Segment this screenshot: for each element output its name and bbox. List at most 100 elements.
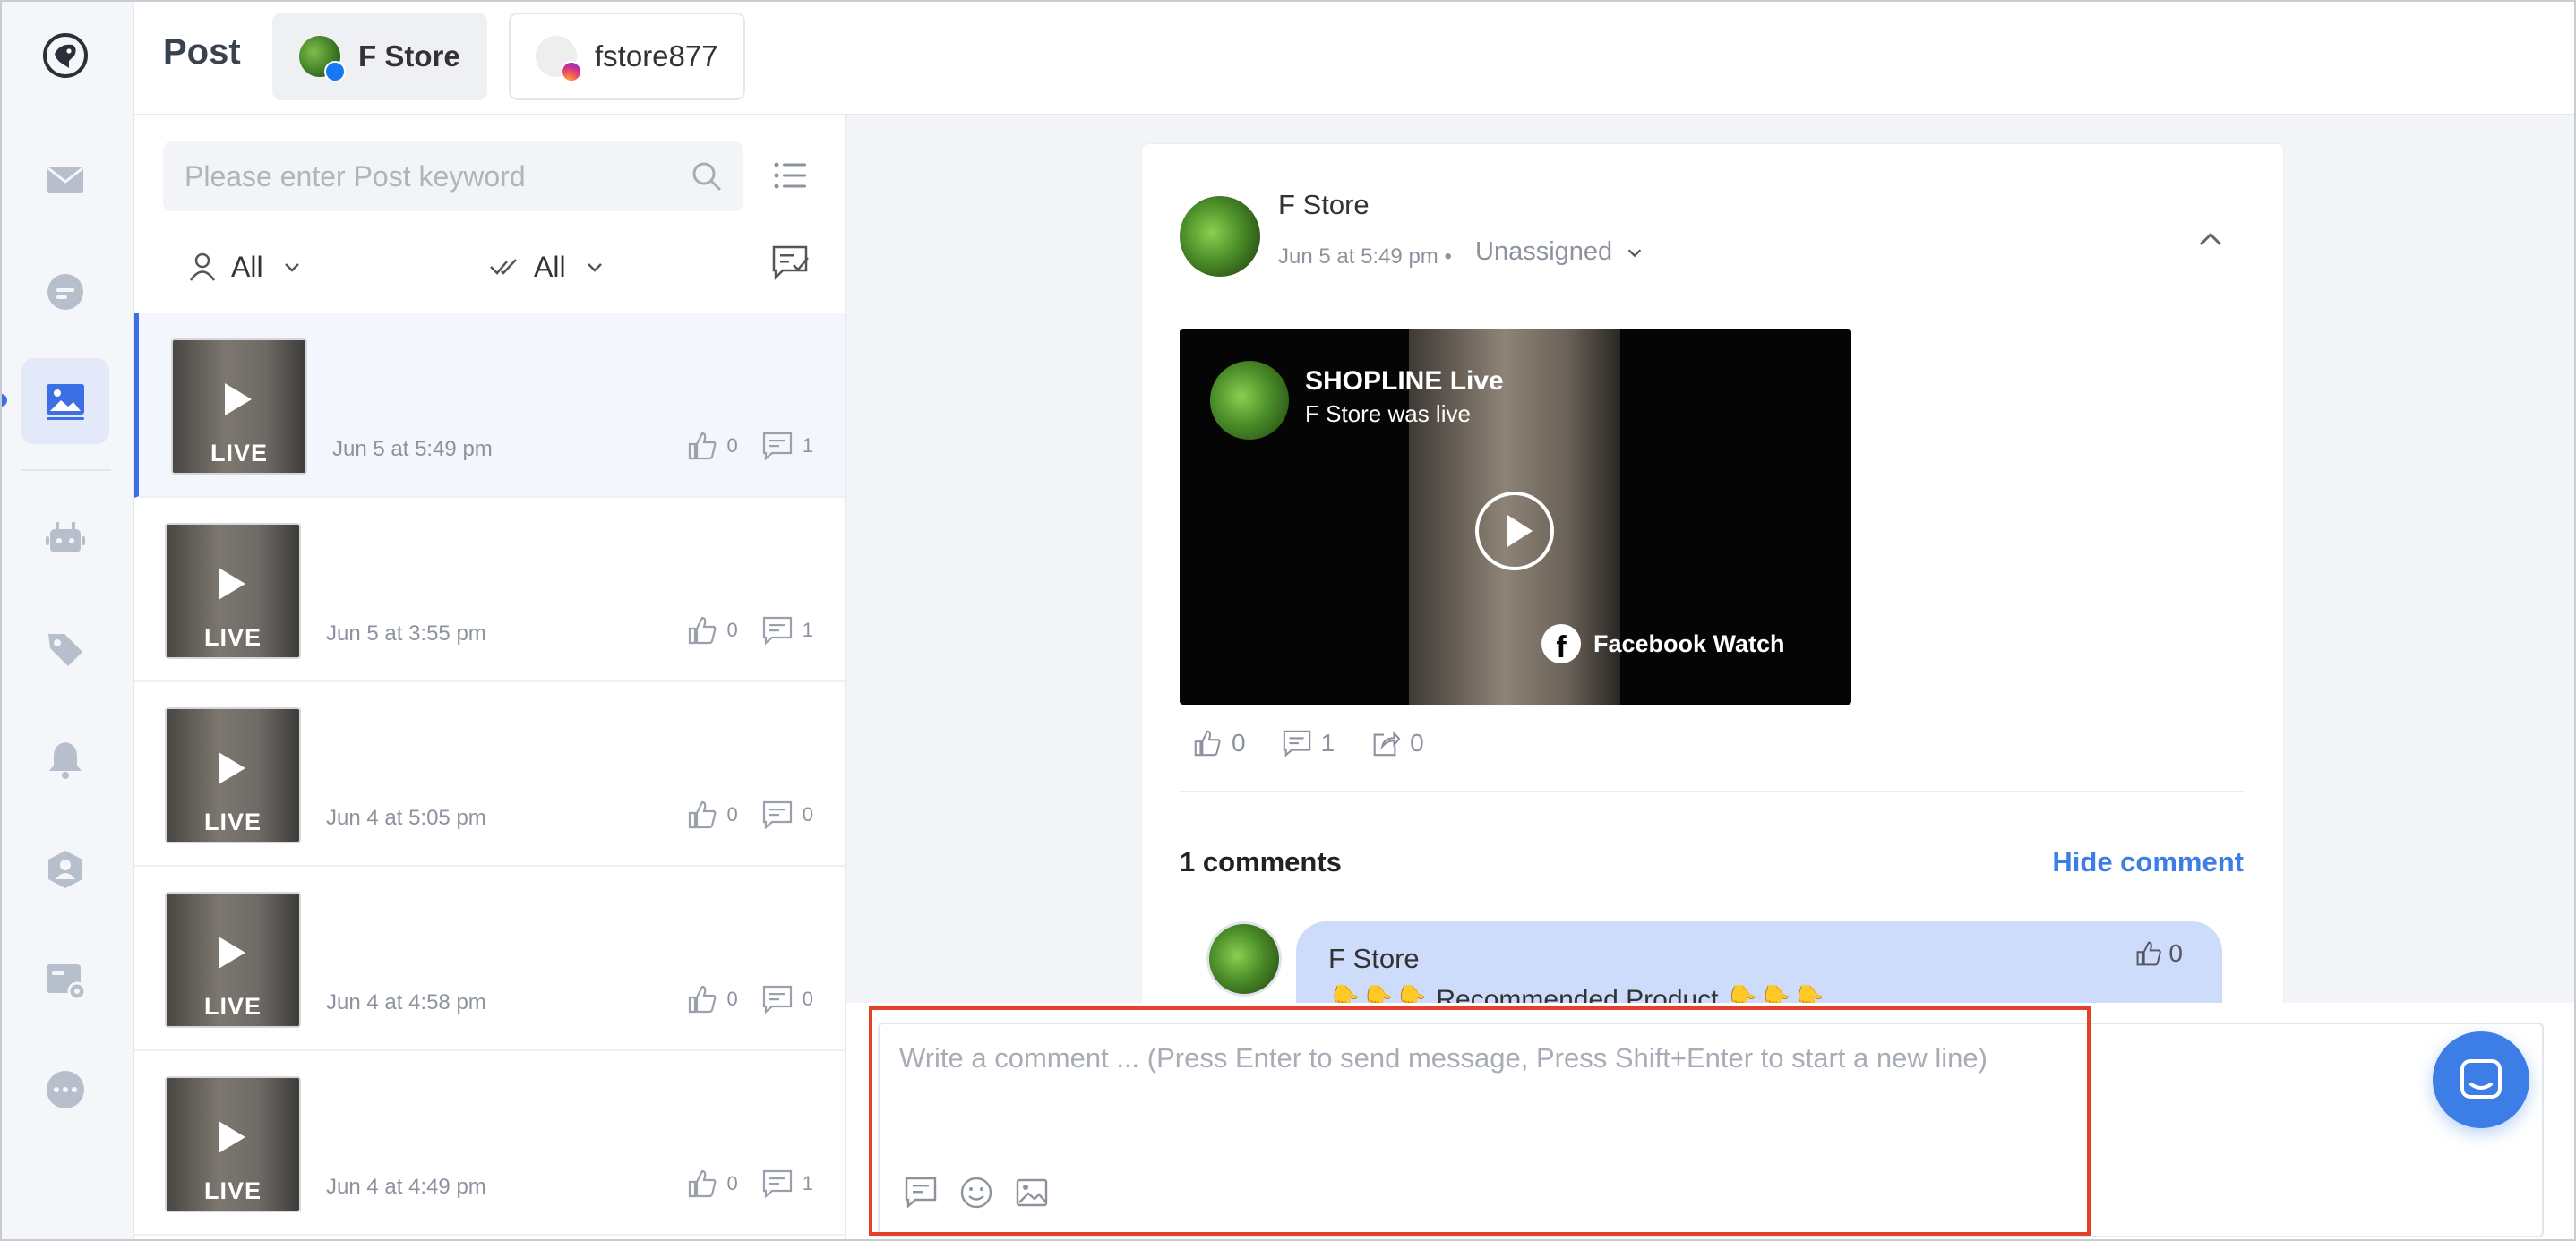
comment-icon[interactable]: [1282, 728, 1312, 758]
post-list-item[interactable]: LIVE Jun 5 at 3:55 pm 0 1: [134, 498, 845, 682]
app-logo-icon[interactable]: [42, 32, 89, 79]
list-view-icon[interactable]: [772, 158, 808, 193]
like-count: 0: [726, 434, 738, 457]
live-badge: LIVE: [203, 809, 262, 835]
watermark-text: Facebook Watch: [1593, 629, 1785, 657]
live-badge: LIVE: [203, 1177, 262, 1204]
comment-count: 0: [802, 803, 813, 826]
comment-icon: [762, 1169, 792, 1199]
user-icon: [189, 252, 216, 281]
comment-composer-area: [846, 1003, 2576, 1241]
facebook-watch-watermark: f Facebook Watch: [1541, 624, 1785, 663]
account-avatar: [536, 36, 582, 82]
comment-icon: [762, 616, 792, 646]
support-chat-button[interactable]: [2433, 1031, 2529, 1128]
share-count: 0: [1410, 729, 1424, 757]
search-input[interactable]: [163, 141, 665, 211]
robot-icon: [46, 522, 85, 552]
top-header: Post F Store fstore877: [134, 0, 2576, 115]
play-icon: [225, 383, 252, 415]
post-list-item[interactable]: LIVE Jun 5 at 5:49 pm 0 1: [134, 313, 845, 498]
video-player[interactable]: SHOPLINE Live F Store was live f Faceboo…: [1180, 329, 1851, 705]
like-icon: [688, 616, 716, 645]
sidebar-item-contacts[interactable]: [21, 826, 109, 912]
comment-author: F Store: [1328, 943, 1420, 974]
sidebar-item-notifications[interactable]: [21, 716, 109, 802]
hide-comment-link[interactable]: Hide comment: [2052, 846, 2244, 878]
page-title: Post: [163, 32, 241, 72]
like-icon[interactable]: [1192, 728, 1223, 758]
comment-check-icon[interactable]: [770, 244, 810, 283]
status-filter[interactable]: All: [489, 240, 605, 294]
sidebar-item-inbox[interactable]: [21, 137, 109, 223]
comment-like[interactable]: 0: [2134, 939, 2183, 968]
video-title: SHOPLINE Live: [1305, 366, 1504, 396]
quick-reply-icon[interactable]: [903, 1175, 939, 1211]
chevron-up-icon[interactable]: [2195, 225, 2226, 255]
sidebar-item-messages[interactable]: [21, 249, 109, 335]
post-stats: 0 0: [686, 983, 813, 1015]
commenter-avatar: [1206, 921, 1282, 997]
assignee-filter-value: All: [231, 250, 263, 283]
live-badge: LIVE: [203, 993, 262, 1020]
account-avatar: [299, 36, 346, 82]
like-icon: [688, 985, 716, 1014]
comment-count: 1: [802, 1172, 813, 1194]
tag-icon: [48, 634, 82, 666]
share-icon[interactable]: [1370, 728, 1401, 758]
composer-toolbar: [903, 1175, 1069, 1211]
post-thumbnail: LIVE: [165, 707, 301, 843]
sidebar-item-bot[interactable]: [21, 496, 109, 582]
post-stats: 0 0: [686, 799, 813, 831]
comment-icon: [762, 800, 792, 830]
play-icon: [219, 1121, 245, 1153]
post-date: Jun 4 at 5:05 pm: [326, 806, 486, 830]
post-thumbnail: LIVE: [165, 523, 301, 659]
settings-card-icon: [47, 964, 87, 1001]
post-stats: 0 1: [686, 614, 813, 646]
assignee-filter[interactable]: All: [186, 240, 303, 294]
rail-divider: [21, 469, 111, 471]
post-list-item[interactable]: LIVE Jun 4 at 4:49 pm 0 1: [134, 1051, 845, 1236]
sidebar-item-settings[interactable]: [21, 937, 109, 1023]
play-icon: [219, 568, 245, 600]
separator-dot: •: [1444, 244, 1452, 269]
post-date: Jun 5 at 3:55 pm: [326, 621, 486, 646]
post-list-item[interactable]: LIVE Jun 4 at 4:58 pm 0 0: [134, 867, 845, 1051]
chevron-down-icon: [587, 263, 602, 272]
like-count: 0: [726, 1172, 738, 1194]
video-subtitle: F Store was live: [1305, 400, 1471, 427]
author-avatar: [1180, 196, 1260, 277]
bell-icon: [49, 742, 82, 779]
post-thumbnail: LIVE: [165, 892, 301, 1028]
play-icon: [219, 752, 245, 784]
comment-composer: [878, 1023, 2544, 1237]
comment-count: 1: [802, 619, 813, 641]
post-date: Jun 4 at 4:58 pm: [326, 990, 486, 1014]
like-icon: [2136, 941, 2162, 966]
search-icon[interactable]: [690, 159, 724, 193]
account-tab-facebook[interactable]: F Store: [272, 13, 487, 100]
post-thumbnail: LIVE: [171, 338, 307, 475]
live-badge: LIVE: [210, 440, 268, 466]
sidebar-item-tags[interactable]: [21, 606, 109, 692]
sidebar-item-more[interactable]: [21, 1047, 109, 1133]
comment-input[interactable]: [880, 1024, 2542, 1159]
sidebar-item-posts[interactable]: [21, 358, 109, 444]
active-indicator: [0, 394, 7, 407]
comment-count: 1: [1320, 729, 1335, 757]
post-date: Jun 4 at 4:49 pm: [326, 1175, 486, 1199]
account-tab-label: F Store: [358, 39, 460, 73]
chevron-down-icon: [1627, 248, 1642, 257]
comments-count: 1 comments: [1180, 846, 1342, 877]
post-list-item[interactable]: LIVE Jun 4 at 5:05 pm 0 0: [134, 682, 845, 867]
post-time-text: Jun 5 at 5:49 pm: [1278, 244, 1438, 269]
assignee-value: Unassigned: [1475, 237, 1613, 266]
assignee-dropdown[interactable]: Unassigned: [1475, 237, 1644, 267]
image-upload-icon[interactable]: [1014, 1175, 1050, 1211]
account-tab-instagram[interactable]: fstore877: [509, 13, 745, 100]
play-button[interactable]: [1475, 492, 1554, 570]
emoji-icon[interactable]: [958, 1175, 994, 1211]
image-post-icon: [47, 384, 84, 420]
post-author: F Store: [1278, 189, 1370, 220]
